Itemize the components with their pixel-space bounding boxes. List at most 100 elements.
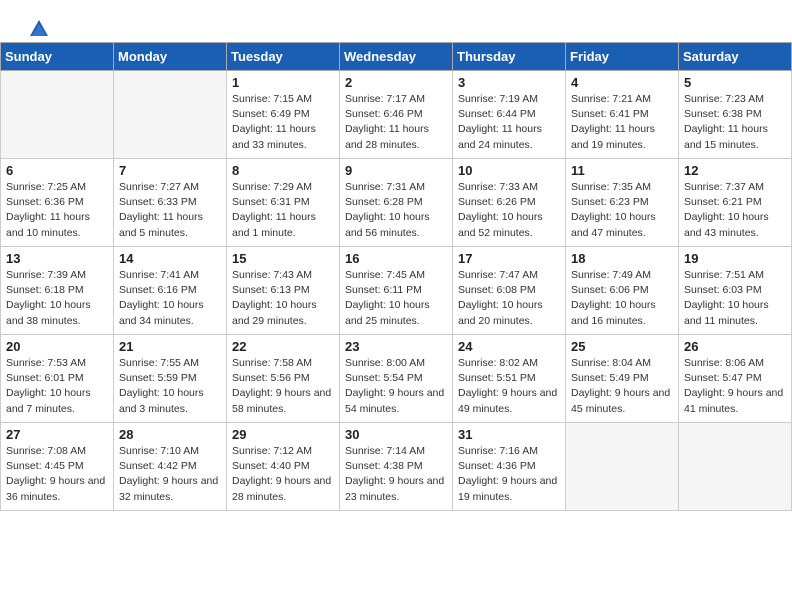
day-number: 28 <box>119 427 221 442</box>
cell-info: Sunrise: 7:45 AM Sunset: 6:11 PM Dayligh… <box>345 268 447 329</box>
day-number: 2 <box>345 75 447 90</box>
calendar-cell: 6 Sunrise: 7:25 AM Sunset: 6:36 PM Daylig… <box>1 159 114 247</box>
calendar-header-wednesday: Wednesday <box>340 43 453 71</box>
calendar-header-friday: Friday <box>566 43 679 71</box>
day-number: 30 <box>345 427 447 442</box>
cell-info: Sunrise: 7:35 AM Sunset: 6:23 PM Dayligh… <box>571 180 673 241</box>
calendar-cell: 7 Sunrise: 7:27 AM Sunset: 6:33 PM Daylig… <box>114 159 227 247</box>
cell-info: Sunrise: 7:15 AM Sunset: 6:49 PM Dayligh… <box>232 92 334 153</box>
day-number: 23 <box>345 339 447 354</box>
calendar-header-row: SundayMondayTuesdayWednesdayThursdayFrid… <box>1 43 792 71</box>
cell-info: Sunrise: 7:49 AM Sunset: 6:06 PM Dayligh… <box>571 268 673 329</box>
day-number: 10 <box>458 163 560 178</box>
cell-info: Sunrise: 8:06 AM Sunset: 5:47 PM Dayligh… <box>684 356 786 417</box>
day-number: 1 <box>232 75 334 90</box>
calendar-cell: 10Sunrise: 7:33 AM Sunset: 6:26 PM Dayli… <box>453 159 566 247</box>
day-number: 25 <box>571 339 673 354</box>
cell-info: Sunrise: 8:04 AM Sunset: 5:49 PM Dayligh… <box>571 356 673 417</box>
day-number: 29 <box>232 427 334 442</box>
cell-info: Sunrise: 7:23 AM Sunset: 6:38 PM Dayligh… <box>684 92 786 153</box>
day-number: 24 <box>458 339 560 354</box>
cell-info: Sunrise: 8:00 AM Sunset: 5:54 PM Dayligh… <box>345 356 447 417</box>
day-number: 12 <box>684 163 786 178</box>
cell-info: Sunrise: 7:16 AM Sunset: 4:36 PM Dayligh… <box>458 444 560 505</box>
calendar-cell: 9Sunrise: 7:31 AM Sunset: 6:28 PM Daylig… <box>340 159 453 247</box>
cell-info: Sunrise: 7:19 AM Sunset: 6:44 PM Dayligh… <box>458 92 560 153</box>
cell-info: Sunrise: 7:53 AM Sunset: 6:01 PM Dayligh… <box>6 356 108 417</box>
cell-info: Sunrise: 7:27 AM Sunset: 6:33 PM Dayligh… <box>119 180 221 241</box>
calendar-cell: 14 Sunrise: 7:41 AM Sunset: 6:16 PM Dayli… <box>114 247 227 335</box>
calendar-cell: 22 Sunrise: 7:58 AM Sunset: 5:56 PM Dayli… <box>227 335 340 423</box>
calendar-cell: 3 Sunrise: 7:19 AM Sunset: 6:44 PM Daylig… <box>453 71 566 159</box>
calendar-cell <box>114 71 227 159</box>
cell-info: Sunrise: 7:25 AM Sunset: 6:36 PM Dayligh… <box>6 180 108 241</box>
calendar-cell: 25 Sunrise: 8:04 AM Sunset: 5:49 PM Dayli… <box>566 335 679 423</box>
calendar-cell: 21 Sunrise: 7:55 AM Sunset: 5:59 PM Dayli… <box>114 335 227 423</box>
calendar-cell: 18 Sunrise: 7:49 AM Sunset: 6:06 PM Dayli… <box>566 247 679 335</box>
calendar-cell: 1 Sunrise: 7:15 AM Sunset: 6:49 PM Daylig… <box>227 71 340 159</box>
calendar-cell: 20 Sunrise: 7:53 AM Sunset: 6:01 PM Dayli… <box>1 335 114 423</box>
day-number: 5 <box>684 75 786 90</box>
day-number: 3 <box>458 75 560 90</box>
calendar-cell: 15 Sunrise: 7:43 AM Sunset: 6:13 PM Dayli… <box>227 247 340 335</box>
calendar-cell: 17 Sunrise: 7:47 AM Sunset: 6:08 PM Dayli… <box>453 247 566 335</box>
calendar-cell: 28 Sunrise: 7:10 AM Sunset: 4:42 PM Dayli… <box>114 423 227 511</box>
logo-icon <box>28 18 50 40</box>
calendar-cell: 24 Sunrise: 8:02 AM Sunset: 5:51 PM Dayli… <box>453 335 566 423</box>
cell-info: Sunrise: 7:58 AM Sunset: 5:56 PM Dayligh… <box>232 356 334 417</box>
page-header <box>0 0 792 42</box>
cell-info: Sunrise: 7:14 AM Sunset: 4:38 PM Dayligh… <box>345 444 447 505</box>
week-row-1: 1 Sunrise: 7:15 AM Sunset: 6:49 PM Daylig… <box>1 71 792 159</box>
calendar-cell: 12 Sunrise: 7:37 AM Sunset: 6:21 PM Dayli… <box>679 159 792 247</box>
calendar-header-thursday: Thursday <box>453 43 566 71</box>
calendar-cell: 30 Sunrise: 7:14 AM Sunset: 4:38 PM Dayli… <box>340 423 453 511</box>
day-number: 7 <box>119 163 221 178</box>
cell-info: Sunrise: 7:47 AM Sunset: 6:08 PM Dayligh… <box>458 268 560 329</box>
day-number: 31 <box>458 427 560 442</box>
week-row-4: 20 Sunrise: 7:53 AM Sunset: 6:01 PM Dayli… <box>1 335 792 423</box>
calendar-cell: 16 Sunrise: 7:45 AM Sunset: 6:11 PM Dayli… <box>340 247 453 335</box>
day-number: 27 <box>6 427 108 442</box>
cell-info: Sunrise: 7:21 AM Sunset: 6:41 PM Dayligh… <box>571 92 673 153</box>
cell-info: Sunrise: 7:10 AM Sunset: 4:42 PM Dayligh… <box>119 444 221 505</box>
cell-info: Sunrise: 7:08 AM Sunset: 4:45 PM Dayligh… <box>6 444 108 505</box>
calendar-cell: 31 Sunrise: 7:16 AM Sunset: 4:36 PM Dayli… <box>453 423 566 511</box>
calendar-cell: 23 Sunrise: 8:00 AM Sunset: 5:54 PM Dayli… <box>340 335 453 423</box>
week-row-5: 27 Sunrise: 7:08 AM Sunset: 4:45 PM Dayli… <box>1 423 792 511</box>
calendar-cell: 11 Sunrise: 7:35 AM Sunset: 6:23 PM Dayli… <box>566 159 679 247</box>
cell-info: Sunrise: 7:12 AM Sunset: 4:40 PM Dayligh… <box>232 444 334 505</box>
day-number: 16 <box>345 251 447 266</box>
day-number: 21 <box>119 339 221 354</box>
day-number: 20 <box>6 339 108 354</box>
day-number: 15 <box>232 251 334 266</box>
cell-info: Sunrise: 7:37 AM Sunset: 6:21 PM Dayligh… <box>684 180 786 241</box>
day-number: 17 <box>458 251 560 266</box>
day-number: 19 <box>684 251 786 266</box>
calendar-cell: 8 Sunrise: 7:29 AM Sunset: 6:31 PM Daylig… <box>227 159 340 247</box>
calendar-cell: 4 Sunrise: 7:21 AM Sunset: 6:41 PM Daylig… <box>566 71 679 159</box>
day-number: 6 <box>6 163 108 178</box>
cell-info: Sunrise: 8:02 AM Sunset: 5:51 PM Dayligh… <box>458 356 560 417</box>
calendar-header-saturday: Saturday <box>679 43 792 71</box>
calendar-cell: 5 Sunrise: 7:23 AM Sunset: 6:38 PM Daylig… <box>679 71 792 159</box>
day-number: 8 <box>232 163 334 178</box>
cell-info: Sunrise: 7:51 AM Sunset: 6:03 PM Dayligh… <box>684 268 786 329</box>
calendar-cell: 2Sunrise: 7:17 AM Sunset: 6:46 PM Daylig… <box>340 71 453 159</box>
calendar-cell: 27 Sunrise: 7:08 AM Sunset: 4:45 PM Dayli… <box>1 423 114 511</box>
day-number: 18 <box>571 251 673 266</box>
day-number: 14 <box>119 251 221 266</box>
calendar-cell: 26 Sunrise: 8:06 AM Sunset: 5:47 PM Dayli… <box>679 335 792 423</box>
calendar-header-sunday: Sunday <box>1 43 114 71</box>
cell-info: Sunrise: 7:41 AM Sunset: 6:16 PM Dayligh… <box>119 268 221 329</box>
day-number: 13 <box>6 251 108 266</box>
day-number: 11 <box>571 163 673 178</box>
cell-info: Sunrise: 7:29 AM Sunset: 6:31 PM Dayligh… <box>232 180 334 241</box>
day-number: 22 <box>232 339 334 354</box>
cell-info: Sunrise: 7:43 AM Sunset: 6:13 PM Dayligh… <box>232 268 334 329</box>
week-row-3: 13Sunrise: 7:39 AM Sunset: 6:18 PM Dayli… <box>1 247 792 335</box>
day-number: 26 <box>684 339 786 354</box>
calendar-cell <box>679 423 792 511</box>
day-number: 4 <box>571 75 673 90</box>
logo <box>24 18 50 34</box>
cell-info: Sunrise: 7:55 AM Sunset: 5:59 PM Dayligh… <box>119 356 221 417</box>
